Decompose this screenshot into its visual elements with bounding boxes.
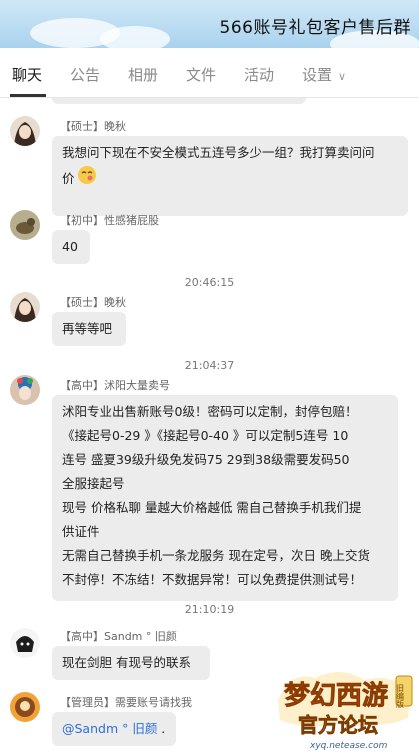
message-text: 40: [62, 239, 78, 254]
tab-activity[interactable]: 活动: [244, 64, 274, 85]
sender-name: 【硕士】晚秋: [60, 296, 126, 309]
message-text: 连号 盛夏39级升级免发码75 29到38级需要发码50: [62, 452, 350, 467]
tab-files[interactable]: 文件: [186, 64, 216, 85]
avatar[interactable]: [10, 692, 40, 722]
message-bubble: 40: [52, 230, 90, 264]
previous-message-bubble: [52, 98, 306, 104]
timestamp: 21:04:37: [184, 359, 235, 372]
tab-settings-label: 设置: [302, 66, 333, 84]
tab-bar: 聊天 公告 相册 文件 活动 设置 ∨: [0, 48, 419, 98]
message-text: 《接起号0-29 》《接起号0-40 》可以定制5连号 10: [62, 428, 349, 443]
message-text: .: [157, 721, 166, 736]
logo-subtitle: 官方论坛: [298, 713, 378, 737]
sender-name: 【硕士】晚秋: [60, 120, 126, 133]
tab-album[interactable]: 相册: [128, 64, 158, 85]
message-bubble: @Sandm ° 旧颜 .: [52, 712, 176, 746]
message-text: 再等等吧: [62, 321, 113, 336]
sender-name: 【高中】Sandm ° 旧颜: [60, 630, 177, 643]
message-text: 不封停！不冻结！不数据异常！可以免费提供测试号！: [62, 572, 363, 587]
sender-name: 【管理员】需要账号请找我: [60, 696, 192, 709]
message-bubble: 再等等吧: [52, 312, 126, 346]
avatar[interactable]: [10, 116, 40, 146]
watermark-logo: 梦幻西游 旧编版 官方论坛 xyq.netease.com: [270, 660, 419, 756]
chat-feed[interactable]: 【硕士】晚秋 我想问下现在不安全模式五连号多少一组？我打算卖问问 价 【初中】性…: [0, 98, 419, 756]
avatar[interactable]: [10, 210, 40, 240]
message-text: 沭阳专业出售新账号0级！密码可以定制，封停包赔！: [62, 404, 358, 419]
logo-badge: 旧编版: [396, 684, 405, 709]
message-text: 无需自己替换手机一条龙服务 现在定号，次日 晚上交货: [62, 548, 370, 563]
message-text: 供证件: [62, 524, 100, 539]
chevron-down-icon: ∨: [338, 70, 347, 83]
mention-link[interactable]: @Sandm ° 旧颜: [62, 721, 157, 736]
emoji-icon: [77, 165, 97, 193]
avatar[interactable]: [10, 375, 40, 405]
message-bubble: 现在剑胆 有现号的联系: [52, 646, 210, 680]
logo-url: xyq.netease.com: [309, 741, 388, 751]
sender-name: 【高中】沭阳大量卖号: [60, 379, 170, 392]
group-title: 566账号礼包客户售后群: [219, 18, 411, 38]
message-bubble: 沭阳专业出售新账号0级！密码可以定制，封停包赔！ 《接起号0-29 》《接起号0…: [52, 395, 398, 601]
tab-announcement[interactable]: 公告: [70, 64, 100, 85]
message-text: 现在剑胆 有现号的联系: [62, 655, 191, 670]
tab-settings[interactable]: 设置 ∨: [302, 64, 346, 85]
sender-name: 【初中】性感猪屁股: [60, 214, 159, 227]
avatar[interactable]: [10, 628, 40, 658]
message-bubble: 我想问下现在不安全模式五连号多少一组？我打算卖问问 价: [52, 136, 408, 216]
tab-chat[interactable]: 聊天: [12, 64, 42, 85]
timestamp: 21:10:19: [184, 603, 235, 616]
message-text: 全服接起号: [62, 476, 125, 491]
message-text: 现号 价格私聊 量越大价格越低 需自己替换手机我们提: [62, 500, 362, 515]
logo-text: 梦幻西游: [284, 681, 388, 711]
avatar[interactable]: [10, 292, 40, 322]
message-text: 我想问下现在不安全模式五连号多少一组？我打算卖问问: [62, 145, 375, 160]
active-tab-indicator: [10, 94, 46, 97]
cloud-decoration: [100, 26, 170, 48]
timestamp: 20:46:15: [184, 276, 235, 289]
message-text-line: 价: [62, 165, 398, 193]
group-banner: 566账号礼包客户售后群: [0, 0, 419, 48]
